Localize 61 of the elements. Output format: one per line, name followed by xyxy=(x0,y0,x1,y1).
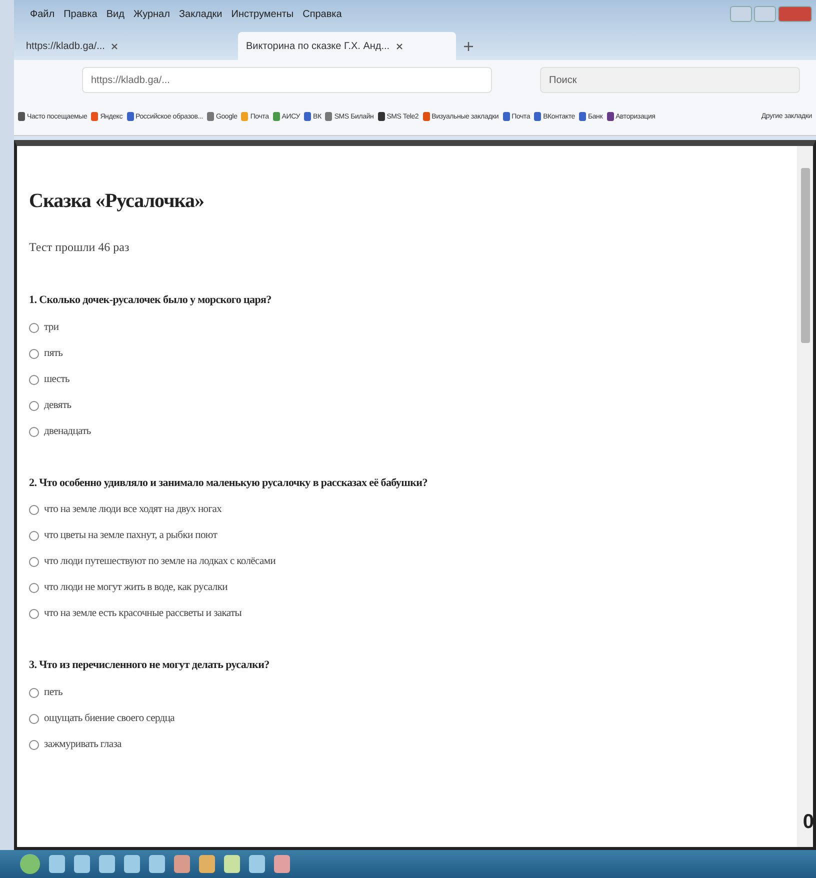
answer-option[interactable]: двенадцать xyxy=(44,424,91,440)
taskbar-app-icon[interactable] xyxy=(149,855,165,873)
menu-item[interactable]: Файл xyxy=(30,6,55,22)
radio-button[interactable] xyxy=(29,688,39,698)
radio-button[interactable] xyxy=(29,531,39,541)
menu-item[interactable]: Вид xyxy=(106,6,124,22)
taskbar-app-icon[interactable] xyxy=(174,855,190,873)
radio-button[interactable] xyxy=(29,322,39,332)
taskbar-app-icon[interactable] xyxy=(74,855,90,873)
address-field[interactable]: https://kladb.ga/... xyxy=(82,67,492,93)
taskbar-app-icon[interactable] xyxy=(49,855,65,873)
radio-button[interactable] xyxy=(29,400,39,410)
close-icon[interactable] xyxy=(396,42,403,50)
answer-option[interactable]: ощущать биение своего сердца xyxy=(44,710,174,726)
answer-option[interactable]: что люди путешествуют по земле на лодках с колёсами xyxy=(44,554,276,570)
taskbar-app-icon[interactable] xyxy=(224,855,240,873)
answer-option[interactable]: девять xyxy=(44,398,72,414)
taskbar-app-icon[interactable] xyxy=(99,855,115,873)
answer-option[interactable]: шесть xyxy=(44,372,70,388)
answer-option[interactable]: пять xyxy=(44,346,63,362)
taskbar-app-icon[interactable] xyxy=(249,855,265,873)
question-text: 1. Сколько дочек-русалочек было у морского царя? xyxy=(29,293,272,308)
page-title: Сказка «Русалочка» xyxy=(29,189,206,214)
close-icon[interactable] xyxy=(110,42,118,50)
menu-item[interactable]: Закладки xyxy=(178,6,222,22)
plus-icon[interactable] xyxy=(464,42,473,51)
close-button[interactable] xyxy=(778,6,812,22)
radio-button[interactable] xyxy=(29,583,39,593)
tab-title: Викторина по сказке Г.Х. Анд... xyxy=(246,40,390,54)
question-text: 3. Что из перечисленного не могут делать русалки? xyxy=(29,658,270,673)
answer-option[interactable]: зажмуривать глаза xyxy=(44,736,122,752)
answer-option[interactable]: что на земле есть красочные рассветы и закаты xyxy=(44,606,242,622)
taskbar-app-icon[interactable] xyxy=(274,855,290,873)
score-counter: 0 xyxy=(802,811,814,834)
radio-button[interactable] xyxy=(29,505,39,515)
taskbar-app-icon[interactable] xyxy=(124,855,140,873)
answer-option[interactable]: что на земле люди все ходят на двух ногах xyxy=(44,502,222,518)
menu-item[interactable]: Справка xyxy=(302,6,342,22)
radio-button[interactable] xyxy=(29,714,39,724)
radio-button[interactable] xyxy=(29,348,39,358)
menu-item[interactable]: Инструменты xyxy=(231,6,294,22)
search-field[interactable]: Поиск xyxy=(540,67,800,93)
browser-tab[interactable]: Викторина по сказке Г.Х. Анд... xyxy=(238,32,456,60)
answer-option[interactable]: петь xyxy=(44,684,62,700)
browser-tab[interactable]: https://kladb.ga/... xyxy=(18,32,236,60)
radio-button[interactable] xyxy=(29,426,39,436)
pass-count-text: Тест прошли 46 раз xyxy=(29,239,130,256)
question-text: 2. Что особенно удивляло и занимало маленькую русалочку в рассказах её бабушки? xyxy=(29,476,428,490)
start-button[interactable] xyxy=(20,854,40,874)
scrollbar[interactable] xyxy=(797,146,813,847)
radio-button[interactable] xyxy=(29,740,39,750)
answer-option[interactable]: что цветы на земле пахнут, а рыбки поют xyxy=(44,528,218,544)
taskbar-app-icon[interactable] xyxy=(199,855,215,873)
radio-button[interactable] xyxy=(29,557,39,567)
radio-button[interactable] xyxy=(29,374,39,384)
radio-button[interactable] xyxy=(29,609,39,619)
answer-option[interactable]: три xyxy=(44,320,59,336)
tab-title: https://kladb.ga/... xyxy=(26,40,105,54)
menu-item[interactable]: Журнал xyxy=(133,6,170,22)
menu-item[interactable]: Правка xyxy=(64,6,98,22)
answer-option[interactable]: что люди не могут жить в воде, как русалки xyxy=(44,580,228,596)
